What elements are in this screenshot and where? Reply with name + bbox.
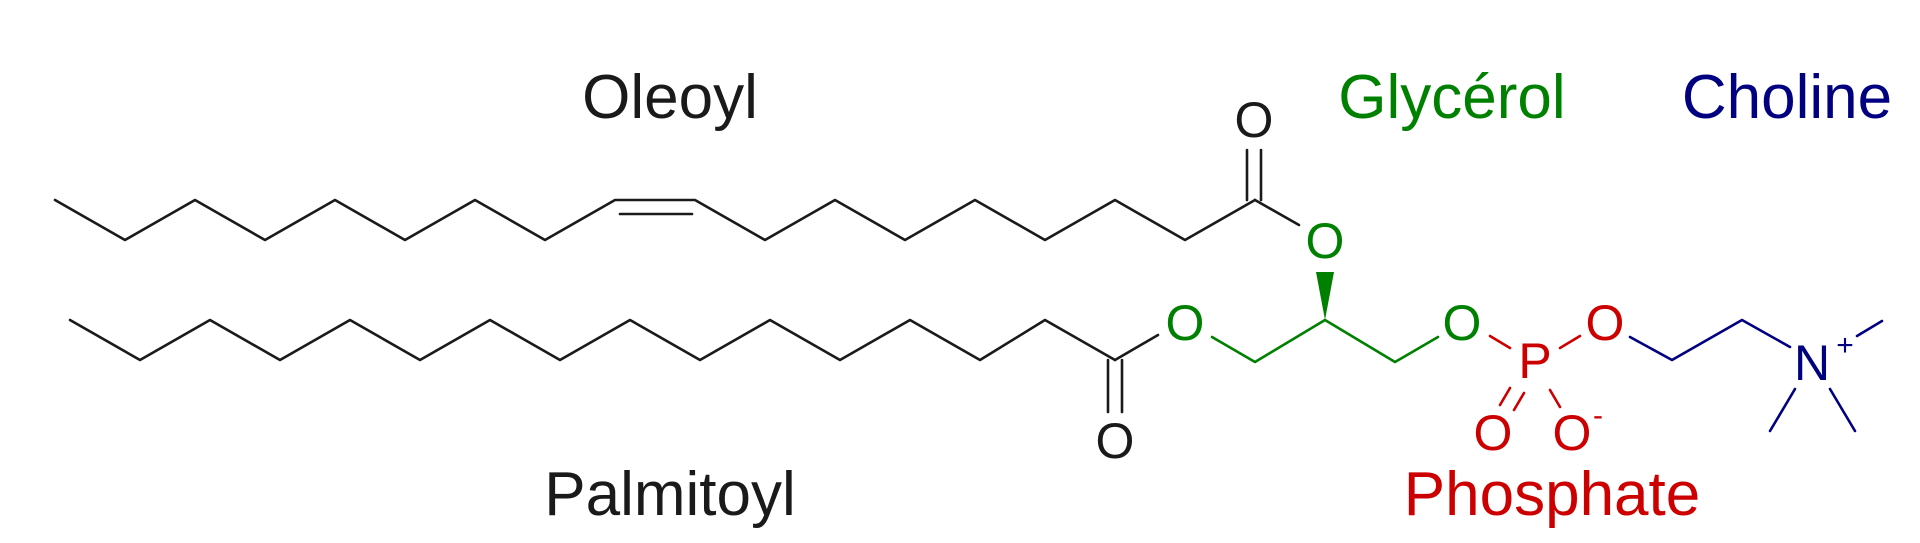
palmitoyl-ester-bond bbox=[1113, 333, 1160, 362]
phosphate-oxygen-right: O bbox=[1586, 295, 1625, 351]
palmitoyl-chain bbox=[68, 318, 1160, 414]
label-palmitoyl: Palmitoyl bbox=[544, 460, 796, 529]
oleoyl-ester-bond bbox=[1253, 198, 1301, 227]
pc-molecule-diagram: O O O O O P O O O - N + Oleoyl Palmitoyl… bbox=[53, 63, 1892, 529]
nitrogen-atom: N bbox=[1794, 335, 1830, 391]
glycerol-oxygen-right: O bbox=[1443, 295, 1482, 351]
label-oleoyl: Oleoyl bbox=[582, 63, 758, 132]
glycerol-oxygen-center: O bbox=[1306, 213, 1345, 269]
carbonyl-oxygen-top: O bbox=[1235, 92, 1274, 148]
glycerol-oxygen-left: O bbox=[1166, 295, 1205, 351]
phosphorus-atom: P bbox=[1518, 333, 1551, 389]
glycerol-backbone bbox=[1210, 272, 1440, 364]
label-phosphate: Phosphate bbox=[1404, 460, 1700, 529]
nitrogen-positive-charge: + bbox=[1836, 329, 1854, 362]
label-choline: Choline bbox=[1682, 63, 1892, 132]
phosphate-negative-charge: - bbox=[1593, 399, 1603, 432]
wedge-bond bbox=[1316, 272, 1334, 320]
phosphate-oxygen-double: O bbox=[1474, 405, 1513, 461]
phosphate-oxygen-minus: O bbox=[1553, 405, 1592, 461]
carbonyl-oxygen-bottom: O bbox=[1096, 413, 1135, 469]
oleoyl-chain bbox=[53, 148, 1301, 242]
label-glycerol: Glycérol bbox=[1338, 63, 1565, 132]
